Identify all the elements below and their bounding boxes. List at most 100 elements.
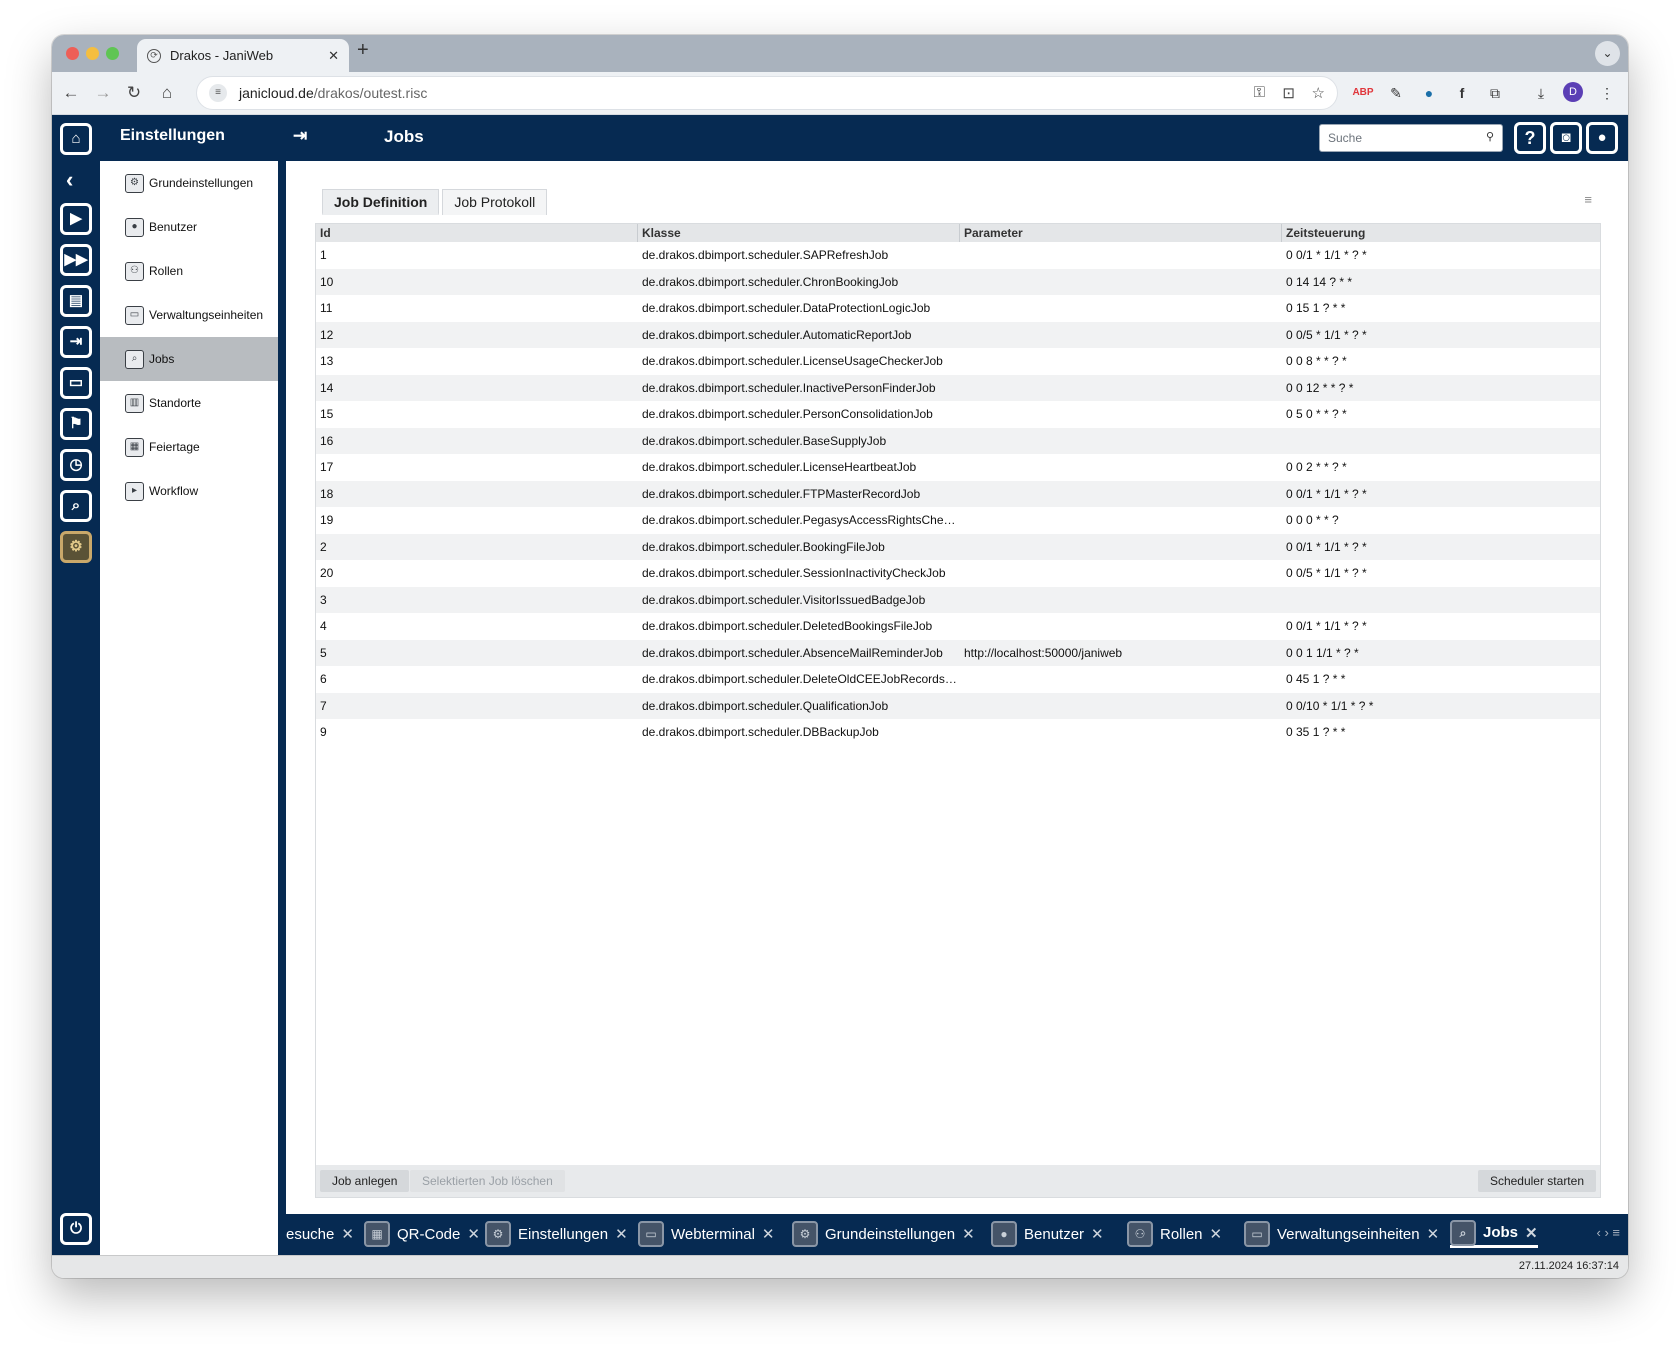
open-tab-benutzer[interactable]: ● Benutzer ✕ — [991, 1220, 1104, 1248]
open-tab-rollen[interactable]: ⚇ Rollen ✕ — [1127, 1220, 1222, 1248]
table-row[interactable]: 15 de.drakos.dbimport.scheduler.PersonCon… — [316, 401, 1600, 427]
book-icon[interactable]: ▤ — [60, 285, 92, 317]
table-row[interactable]: 2 de.drakos.dbimport.scheduler.BookingFil… — [316, 533, 1600, 560]
sidebar-item-benutzer[interactable]: ● Benutzer — [100, 205, 278, 249]
close-icon[interactable]: ✕ — [962, 1225, 975, 1243]
close-icon[interactable]: ✕ — [467, 1225, 480, 1243]
font-extension-icon[interactable]: f — [1451, 82, 1473, 104]
globe-extension-icon[interactable]: ● — [1418, 82, 1440, 104]
table-row[interactable]: 13 de.drakos.dbimport.scheduler.LicenseUs… — [316, 348, 1600, 374]
sidebar-item-standorte[interactable]: ▥ Standorte — [100, 381, 278, 425]
start-scheduler-button[interactable]: Scheduler starten — [1477, 1170, 1596, 1192]
close-icon[interactable]: ✕ — [615, 1225, 628, 1243]
table-row[interactable]: 20 de.drakos.dbimport.scheduler.SessionIn… — [316, 560, 1600, 586]
table-row[interactable]: 10 de.drakos.dbimport.scheduler.ChronBook… — [316, 268, 1600, 295]
table-row[interactable]: 17 de.drakos.dbimport.scheduler.LicenseHe… — [316, 454, 1600, 480]
table-row[interactable]: 11 de.drakos.dbimport.scheduler.DataProte… — [316, 295, 1600, 321]
browser-menu-icon[interactable]: ⋮ — [1596, 82, 1618, 104]
close-tab-icon[interactable]: ✕ — [328, 48, 339, 64]
table-row[interactable]: 1 de.drakos.dbimport.scheduler.SAPRefresh… — [316, 242, 1600, 268]
close-icon[interactable]: ✕ — [1091, 1225, 1104, 1243]
search-icon[interactable]: ⌕ — [60, 490, 92, 522]
open-tab-einstellungen[interactable]: ⚙ Einstellungen ✕ — [485, 1220, 628, 1248]
open-tab-webterminal[interactable]: ▭ Webterminal ✕ — [638, 1220, 775, 1248]
tab-job-definition[interactable]: Job Definition — [322, 189, 440, 215]
table-row[interactable]: 16 de.drakos.dbimport.scheduler.BaseSuppl… — [316, 427, 1600, 454]
tab-search-button[interactable]: ⌄ — [1595, 41, 1620, 66]
sidebar-item-rollen[interactable]: ⚇ Rollen — [100, 249, 278, 293]
sidebar-item-jobs[interactable]: ⌕ Jobs — [100, 337, 278, 381]
close-icon[interactable]: ✕ — [1427, 1225, 1440, 1243]
sidebar-item-verwaltungseinheiten[interactable]: ▭ Verwaltungseinheiten — [100, 293, 278, 337]
adblock-extension-icon[interactable]: ABP — [1352, 82, 1374, 104]
column-header-klasse[interactable]: Klasse — [638, 224, 960, 242]
pin-icon[interactable]: ⇥ — [293, 126, 307, 146]
maximize-window-icon[interactable] — [106, 47, 119, 60]
close-icon[interactable]: ✕ — [341, 1225, 354, 1243]
chat-icon[interactable]: ◙ — [1550, 122, 1582, 154]
settings-gear-icon[interactable]: ⚙ — [60, 531, 92, 563]
home-icon[interactable]: ⌂ — [156, 82, 178, 104]
browser-tab[interactable]: ⟳ Drakos - JaniWeb ✕ — [137, 39, 349, 72]
table-row[interactable]: 14 de.drakos.dbimport.scheduler.InactiveP… — [316, 374, 1600, 401]
bookmark-star-icon[interactable]: ☆ — [1312, 84, 1325, 102]
clock-icon[interactable]: ◷ — [60, 449, 92, 481]
reload-icon[interactable]: ↻ — [123, 82, 145, 104]
create-job-button[interactable]: Job anlegen — [320, 1170, 410, 1192]
panel-menu-icon[interactable]: ≡ — [1584, 192, 1592, 207]
tabs-scroll-arrows-icon[interactable]: ‹ › ≡ — [1597, 1225, 1620, 1240]
table-row[interactable]: 7 de.drakos.dbimport.scheduler.Qualificat… — [316, 692, 1600, 719]
browser-tabstrip: ⟳ Drakos - JaniWeb ✕ + ⌄ — [52, 35, 1628, 72]
forward-icon[interactable]: → — [92, 82, 114, 104]
monitor-icon[interactable]: ▭ — [60, 367, 92, 399]
help-icon[interactable]: ? — [1514, 122, 1546, 154]
exit-icon[interactable]: ⇥ — [60, 326, 92, 358]
table-row[interactable]: 4 de.drakos.dbimport.scheduler.DeletedBoo… — [316, 613, 1600, 639]
search-icon[interactable]: ⚲ — [1486, 130, 1494, 143]
column-header-zeitsteuerung[interactable]: Zeitsteuerung — [1282, 224, 1600, 242]
close-icon[interactable]: ✕ — [1210, 1225, 1223, 1243]
sidebar-item-feiertage[interactable]: ▦ Feiertage — [100, 425, 278, 469]
table-row[interactable]: 5 de.drakos.dbimport.scheduler.AbsenceMai… — [316, 639, 1600, 666]
open-tab-jobs[interactable]: ⌕ Jobs ✕ — [1450, 1219, 1538, 1248]
open-tab-grundeinstellungen[interactable]: ⚙ Grundeinstellungen ✕ — [792, 1220, 975, 1248]
new-tab-button[interactable]: + — [357, 39, 369, 62]
eyedropper-extension-icon[interactable]: ✎ — [1385, 82, 1407, 104]
open-tab-qr-code[interactable]: ▦ QR-Code ✕ — [364, 1220, 480, 1248]
table-row[interactable]: 9 de.drakos.dbimport.scheduler.DBBackupJo… — [316, 719, 1600, 745]
install-app-icon[interactable]: ⊡ — [1282, 84, 1295, 102]
address-bar[interactable]: ≡ janicloud.de/drakos/outest.risc ⚿ ⊡ ☆ — [196, 76, 1338, 110]
table-row[interactable]: 3 de.drakos.dbimport.scheduler.VisitorIss… — [316, 586, 1600, 613]
table-row[interactable]: 12 de.drakos.dbimport.scheduler.Automatic… — [316, 321, 1600, 348]
play-forward-icon[interactable]: ▶▶ — [60, 244, 92, 276]
table-row[interactable]: 19 de.drakos.dbimport.scheduler.PegasysAc… — [316, 507, 1600, 533]
running-person-icon[interactable]: ⚑ — [60, 408, 92, 440]
download-icon[interactable]: ⤓ — [1530, 82, 1552, 104]
close-window-icon[interactable] — [66, 47, 79, 60]
site-info-icon[interactable]: ≡ — [209, 84, 227, 102]
password-key-icon[interactable]: ⚿ — [1254, 84, 1265, 101]
tab-job-protokoll[interactable]: Job Protokoll — [442, 189, 548, 215]
open-tab-besuche[interactable]: esuche ✕ — [286, 1220, 354, 1248]
terminal-icon[interactable]: ▶ — [60, 203, 92, 235]
extensions-puzzle-icon[interactable]: ⧉ — [1484, 82, 1506, 104]
home-icon[interactable]: ⌂ — [60, 123, 92, 155]
minimize-window-icon[interactable] — [86, 47, 99, 60]
user-account-icon[interactable]: ● — [1586, 122, 1618, 154]
power-icon[interactable]: ⏻ — [60, 1213, 92, 1245]
table-row[interactable]: 18 de.drakos.dbimport.scheduler.FTPMaster… — [316, 480, 1600, 507]
table-row[interactable]: 6 de.drakos.dbimport.scheduler.DeleteOldC… — [316, 666, 1600, 692]
gear-icon: ⚙ — [125, 173, 144, 193]
sidebar-item-workflow[interactable]: ▸ Workflow — [100, 469, 278, 513]
close-icon[interactable]: ✕ — [1525, 1224, 1538, 1242]
open-tab-verwaltungseinheiten[interactable]: ▭ Verwaltungseinheiten ✕ — [1244, 1220, 1439, 1248]
sidebar-item-grundeinstellungen[interactable]: ⚙ Grundeinstellungen — [100, 161, 278, 205]
profile-avatar[interactable]: D — [1563, 82, 1583, 102]
search-input[interactable]: Suche ⚲ — [1319, 124, 1503, 152]
column-header-id[interactable]: Id — [316, 224, 638, 242]
column-header-parameter[interactable]: Parameter — [960, 224, 1282, 242]
back-icon[interactable]: ← — [60, 82, 82, 104]
close-icon[interactable]: ✕ — [762, 1225, 775, 1243]
collapse-arrow-icon[interactable]: ‹ — [66, 167, 73, 193]
delete-selected-job-button[interactable]: Selektierten Job löschen — [410, 1170, 565, 1192]
